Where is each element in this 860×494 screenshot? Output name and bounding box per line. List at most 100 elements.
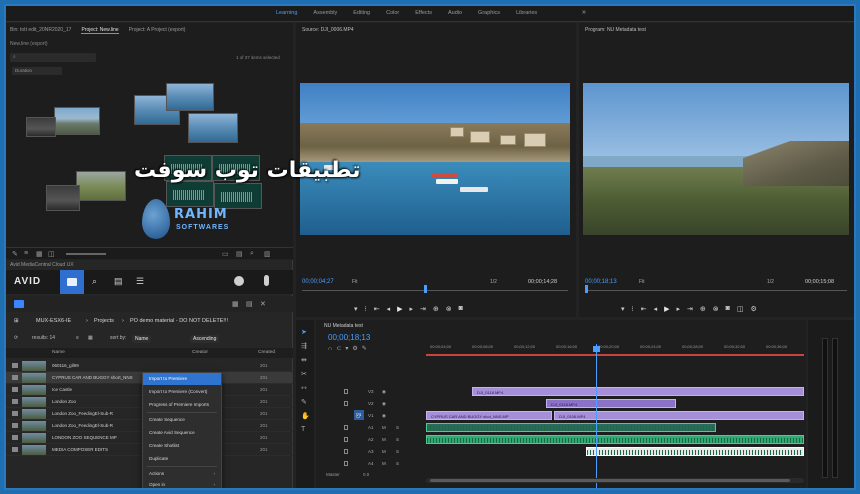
- lock-icon[interactable]: [344, 449, 348, 454]
- clip-thumbnail[interactable]: [54, 107, 100, 135]
- sort-dropdown[interactable]: Duration: [12, 67, 62, 75]
- mute-icon[interactable]: M: [382, 437, 386, 442]
- program-time-ruler[interactable]: [585, 290, 847, 291]
- sort-order-dropdown[interactable]: Ascending: [190, 335, 220, 343]
- comparison-view-icon[interactable]: ◫: [737, 305, 744, 313]
- workspace-tab-color[interactable]: Color: [386, 10, 399, 16]
- audio-clip[interactable]: [426, 435, 804, 444]
- menu-item-create-avid-sequence[interactable]: Create Avid Sequence: [143, 427, 221, 439]
- go-to-out-icon[interactable]: ⇥: [687, 305, 693, 313]
- program-playhead[interactable]: [585, 285, 588, 293]
- track-select-icon[interactable]: ⇶: [301, 342, 307, 350]
- audio-clip[interactable]: [586, 447, 804, 456]
- lock-icon[interactable]: [344, 425, 348, 430]
- settings-icon[interactable]: ⚙: [751, 305, 757, 313]
- document-icon[interactable]: ▤: [114, 276, 123, 287]
- menu-item-import-convert[interactable]: Import to Premiere (Convert): [143, 386, 221, 398]
- freeform-view-icon[interactable]: ◫: [48, 250, 55, 258]
- insert-icon[interactable]: ⊕: [433, 305, 439, 313]
- source-fit-dropdown[interactable]: Fit: [352, 279, 358, 285]
- column-name[interactable]: Name: [52, 350, 65, 355]
- play-icon[interactable]: ▶: [397, 305, 402, 313]
- playhead-handle[interactable]: [593, 346, 600, 352]
- overwrite-icon[interactable]: ⊗: [446, 305, 452, 313]
- video-clip[interactable]: DJI_0118.MP4: [472, 387, 804, 396]
- mark-out-icon[interactable]: ⁝: [365, 305, 367, 313]
- solo-icon[interactable]: S: [396, 425, 399, 430]
- mute-icon[interactable]: M: [382, 449, 386, 454]
- source-playhead[interactable]: [424, 285, 427, 293]
- program-timecode[interactable]: 00;00;18;13: [585, 279, 617, 285]
- clip-thumbnail[interactable]: [166, 83, 214, 111]
- program-resolution-dropdown[interactable]: 1/2: [767, 279, 774, 285]
- extract-icon[interactable]: ⊗: [713, 305, 719, 313]
- slip-tool-icon[interactable]: ⇿: [301, 384, 307, 392]
- search-icon[interactable]: ⌕: [250, 250, 254, 258]
- mark-in-icon[interactable]: ▾: [621, 305, 625, 313]
- lock-icon[interactable]: [356, 413, 360, 418]
- solo-icon[interactable]: S: [396, 437, 399, 442]
- mark-in-icon[interactable]: ▾: [354, 305, 358, 313]
- clip-thumbnail[interactable]: [26, 117, 56, 137]
- eye-icon[interactable]: ◉: [382, 401, 386, 407]
- eye-icon[interactable]: ◉: [382, 389, 386, 395]
- grid-view-icon[interactable]: ▦: [88, 335, 93, 341]
- source-timecode[interactable]: 00;00;04;27: [302, 279, 334, 285]
- source-resolution-dropdown[interactable]: 1/2: [490, 279, 497, 285]
- eye-icon[interactable]: ◉: [382, 413, 386, 419]
- list-item[interactable]: 060116_gil99 201: [6, 360, 293, 372]
- source-monitor-title[interactable]: Source: DJI_0006.MP4: [302, 27, 354, 33]
- browse-folder-icon[interactable]: [60, 270, 84, 294]
- new-bin-icon[interactable]: ▭: [222, 250, 229, 258]
- selection-tool-icon[interactable]: ➤: [301, 328, 307, 336]
- settings-icon[interactable]: ⚙: [352, 346, 361, 352]
- video-clip[interactable]: DJI_0118.MP4: [546, 399, 676, 408]
- go-to-out-icon[interactable]: ⇥: [420, 305, 426, 313]
- mute-icon[interactable]: M: [382, 425, 386, 430]
- lift-icon[interactable]: ⊕: [700, 305, 706, 313]
- folder-icon[interactable]: [14, 300, 24, 308]
- tab-project-new-line[interactable]: Project: New.line: [81, 27, 119, 34]
- workspace-tab-graphics[interactable]: Graphics: [478, 10, 500, 16]
- project-search-input[interactable]: ⌕: [10, 53, 96, 62]
- timeline-scrollbar[interactable]: [426, 478, 804, 483]
- breadcrumb-item[interactable]: PO demo material - DO NOT DELETE!!!: [130, 318, 228, 324]
- breadcrumb-item[interactable]: Projects: [94, 318, 114, 324]
- play-icon[interactable]: ▶: [664, 305, 669, 313]
- pen-tool-icon[interactable]: ✎: [301, 398, 307, 406]
- sequence-tab[interactable]: NU Metadata test: [324, 323, 363, 329]
- source-time-ruler[interactable]: [302, 290, 568, 291]
- list-view-icon[interactable]: ▤: [246, 300, 253, 308]
- menu-item-import-to-premiere[interactable]: Import to Premiere: [143, 373, 221, 385]
- sort-field-dropdown[interactable]: Name: [132, 335, 152, 343]
- solo-icon[interactable]: S: [396, 461, 399, 466]
- video-clip[interactable]: CYPRUS CAR AND BUGGY shot_NNS.MP: [426, 411, 552, 420]
- lock-icon[interactable]: [344, 437, 348, 442]
- lock-icon[interactable]: [344, 461, 348, 466]
- go-to-in-icon[interactable]: ⇤: [641, 305, 647, 313]
- refresh-icon[interactable]: ⟳: [14, 335, 18, 341]
- master-volume[interactable]: 0.0: [363, 472, 369, 477]
- step-back-icon[interactable]: ◂: [654, 305, 658, 313]
- more-workspaces-icon[interactable]: »: [582, 9, 586, 16]
- menu-item-import-progress[interactable]: Progress of Premiere Imports: [143, 399, 221, 411]
- camera-icon[interactable]: ◙: [459, 305, 463, 313]
- trash-icon[interactable]: ▥: [264, 250, 271, 258]
- workspace-tab-assembly[interactable]: Assembly: [313, 10, 337, 16]
- menu-item-create-sequence[interactable]: Create Sequence: [143, 414, 221, 426]
- list-view-icon[interactable]: ≡: [76, 335, 79, 341]
- mute-icon[interactable]: M: [382, 461, 386, 466]
- close-icon[interactable]: ✕: [260, 300, 266, 308]
- program-video-frame[interactable]: [583, 83, 849, 235]
- scrollbar-thumb[interactable]: [430, 479, 790, 482]
- hand-tool-icon[interactable]: ✋: [301, 412, 310, 420]
- program-fit-dropdown[interactable]: Fit: [639, 279, 645, 285]
- step-back-icon[interactable]: ◂: [387, 305, 391, 313]
- video-clip[interactable]: DJI_0106.MP4: [554, 411, 804, 420]
- workspace-tab-editing[interactable]: Editing: [353, 10, 370, 16]
- lock-icon[interactable]: [344, 401, 348, 406]
- column-created[interactable]: Created: [258, 350, 275, 355]
- tab-project-export[interactable]: Project: A Project (export): [129, 27, 186, 34]
- clip-thumbnail[interactable]: [188, 113, 238, 143]
- workspace-tab-audio[interactable]: Audio: [448, 10, 462, 16]
